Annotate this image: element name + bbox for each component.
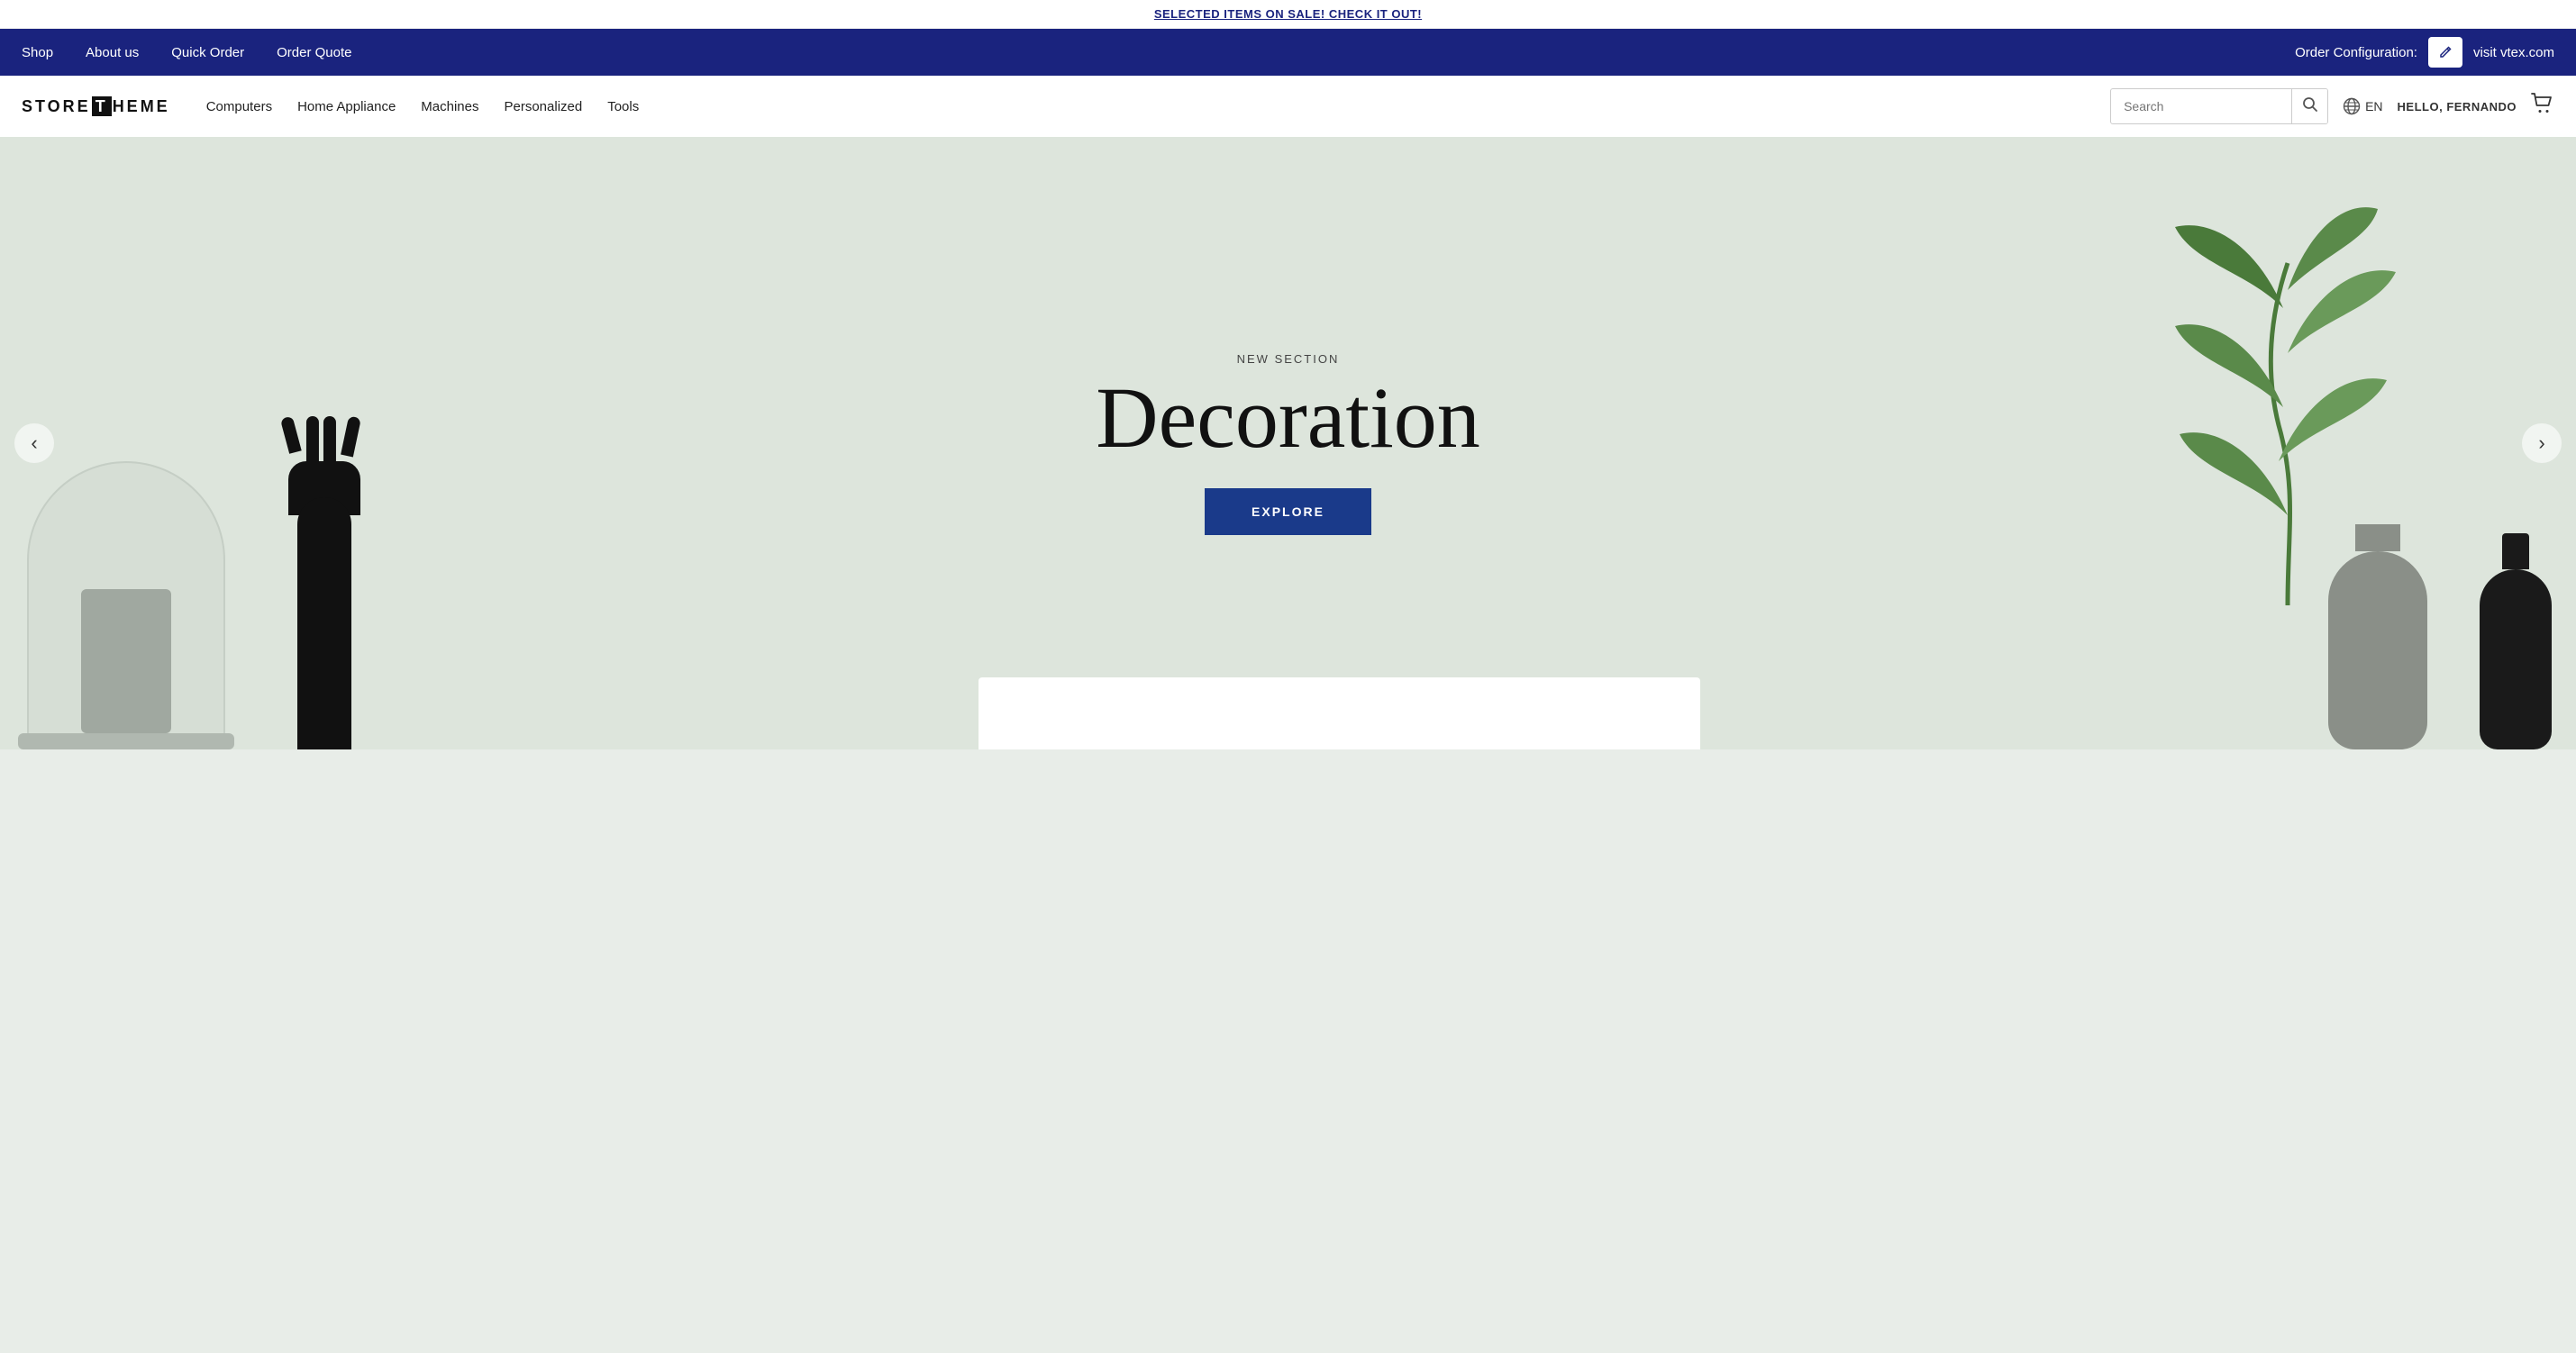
hero-subtitle: NEW SECTION (1096, 352, 1479, 366)
search-icon (2302, 96, 2318, 113)
promo-banner: SELECTED ITEMS ON SALE! CHECK IT OUT! (0, 0, 2576, 29)
search-box (2110, 88, 2328, 124)
hero-objects-left (0, 137, 487, 749)
finger-4 (341, 416, 361, 458)
hero-objects-right (2198, 137, 2576, 749)
vase-neck (2355, 524, 2400, 551)
hand-fingers (289, 416, 353, 466)
visit-vtex-link[interactable]: visit vtex.com (2473, 45, 2554, 60)
top-nav-right: Order Configuration: visit vtex.com (2295, 37, 2554, 68)
category-nav: Computers Home Appliance Machines Person… (206, 99, 2110, 114)
top-nav-links: Shop About us Quick Order Order Quote (22, 45, 352, 60)
glass-dome-body (27, 461, 225, 749)
order-config-label: Order Configuration: (2295, 45, 2417, 60)
finger-2 (306, 416, 319, 466)
slider-next-button[interactable]: › (2522, 423, 2562, 463)
nav-shop[interactable]: Shop (22, 45, 53, 60)
bottle-body (2480, 569, 2552, 749)
hand-arm (297, 497, 351, 749)
nav-about[interactable]: About us (86, 45, 139, 60)
user-greeting: HELLO, FERNANDO (2398, 100, 2517, 114)
hero-section: NEW SECTION Decoration EXPLORE ‹ (0, 137, 2576, 749)
glass-dome-inner (81, 589, 171, 733)
white-platform (979, 677, 1700, 749)
language-label: EN (2365, 99, 2382, 114)
glass-dome-base (18, 733, 234, 749)
nav-order-quote[interactable]: Order Quote (277, 45, 351, 60)
cart-icon (2531, 93, 2554, 114)
main-nav: STORETHEME Computers Home Appliance Mach… (0, 76, 2576, 137)
site-logo[interactable]: STORETHEME (22, 97, 170, 116)
finger-1 (280, 416, 302, 454)
nav-tools[interactable]: Tools (607, 99, 639, 114)
vase-body (2328, 551, 2427, 749)
cart-button[interactable] (2531, 93, 2554, 120)
glass-dome-decoration (27, 443, 225, 749)
nav-machines[interactable]: Machines (421, 99, 478, 114)
hero-content: NEW SECTION Decoration EXPLORE (1096, 352, 1479, 535)
edit-order-config-button[interactable] (2428, 37, 2462, 68)
explore-button[interactable]: EXPLORE (1205, 488, 1371, 535)
slider-prev-button[interactable]: ‹ (14, 423, 54, 463)
top-nav: Shop About us Quick Order Order Quote Or… (0, 29, 2576, 76)
nav-home-appliance[interactable]: Home Appliance (297, 99, 396, 114)
promo-banner-link[interactable]: SELECTED ITEMS ON SALE! CHECK IT OUT! (1154, 7, 1422, 21)
nav-right-section: EN HELLO, FERNANDO (2110, 88, 2554, 124)
language-selector[interactable]: EN (2343, 97, 2382, 115)
pencil-icon (2438, 45, 2453, 59)
hero-title: Decoration (1096, 375, 1479, 461)
hand-palm (288, 461, 360, 515)
finger-3 (323, 416, 336, 463)
vase-decoration (2319, 524, 2436, 749)
nav-computers[interactable]: Computers (206, 99, 272, 114)
bottle-neck (2502, 533, 2529, 569)
search-input[interactable] (2111, 99, 2291, 114)
black-bottle-decoration (2475, 533, 2556, 749)
plant-svg-decoration (2107, 173, 2468, 623)
nav-quick-order[interactable]: Quick Order (171, 45, 244, 60)
black-hand-decoration (261, 407, 387, 749)
search-button[interactable] (2291, 88, 2327, 124)
globe-icon (2343, 97, 2361, 115)
nav-personalized[interactable]: Personalized (505, 99, 583, 114)
